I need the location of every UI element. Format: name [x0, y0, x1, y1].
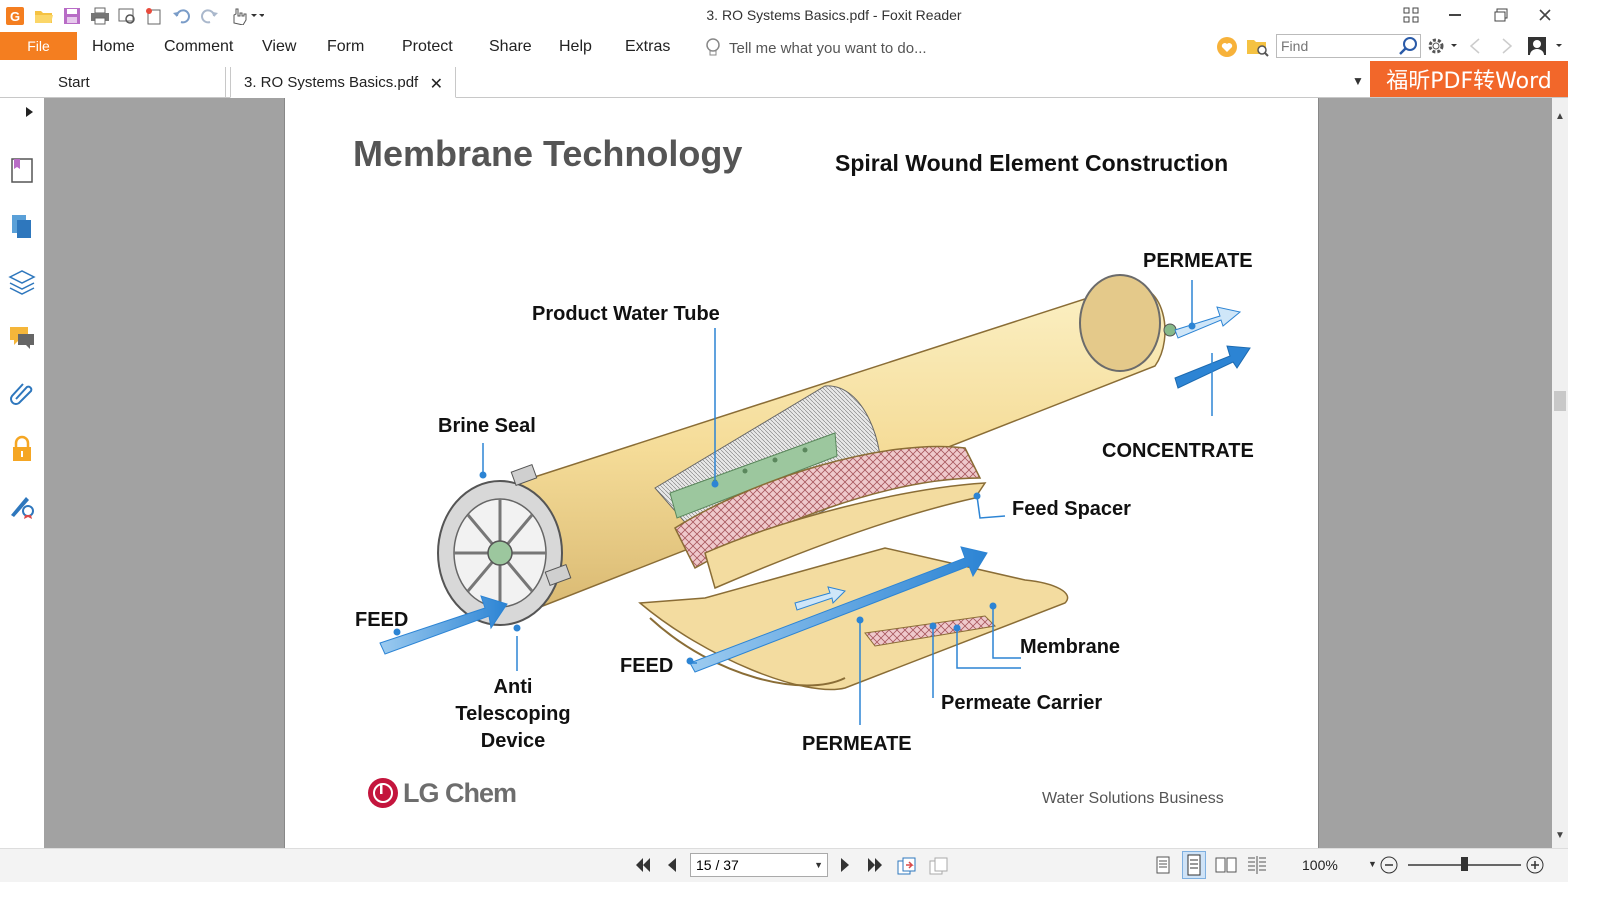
logo-text: LG Chem — [403, 778, 516, 808]
search-icon[interactable] — [1398, 36, 1418, 56]
bookmark-icon[interactable] — [8, 156, 36, 184]
label-feed-spacer: Feed Spacer — [1012, 498, 1131, 520]
menu-comment[interactable]: Comment — [164, 38, 233, 56]
attachment-icon[interactable] — [8, 379, 36, 407]
find-input[interactable] — [1277, 35, 1397, 57]
tell-me-text: Tell me what you want to do... — [729, 39, 927, 57]
label-anti-telescoping-2: Telescoping — [455, 703, 570, 725]
menu-form[interactable]: Form — [327, 38, 364, 56]
previous-view-icon[interactable] — [1468, 37, 1482, 60]
menu-extras[interactable]: Extras — [625, 38, 670, 56]
vertical-scrollbar[interactable]: ▲ ▼ — [1552, 98, 1568, 848]
continuous-view-icon[interactable] — [1182, 851, 1206, 879]
first-page-icon[interactable] — [634, 856, 652, 879]
layout-grid-icon[interactable] — [1396, 4, 1426, 26]
scroll-down-icon[interactable]: ▼ — [1555, 830, 1565, 841]
next-view-icon[interactable] — [1500, 37, 1514, 60]
scroll-up-icon[interactable]: ▲ — [1555, 111, 1565, 122]
pdf-to-word-banner[interactable]: 福昕PDF转Word — [1370, 61, 1568, 97]
lightbulb-icon — [706, 38, 720, 56]
ribbon-menu-bar: File Home Comment View Form Protect Shar… — [0, 32, 1568, 62]
footer-text: Water Solutions Business — [1042, 790, 1224, 807]
restore-button[interactable] — [1486, 4, 1516, 26]
signature-icon[interactable] — [8, 491, 36, 519]
file-menu-button[interactable]: File — [0, 32, 77, 60]
navigation-sidebar — [0, 98, 44, 848]
last-page-icon[interactable] — [866, 856, 884, 879]
menu-help[interactable]: Help — [559, 38, 592, 56]
minimize-button[interactable] — [1440, 4, 1470, 26]
label-permeate-bottom: PERMEATE — [802, 733, 912, 755]
permeate-arrow-top — [1174, 306, 1242, 339]
layers-icon[interactable] — [8, 268, 36, 296]
menu-protect[interactable]: Protect — [402, 38, 453, 56]
continuous-facing-view-icon[interactable] — [1246, 856, 1268, 879]
comments-icon[interactable] — [8, 324, 36, 352]
expand-panel-icon[interactable] — [26, 107, 33, 117]
user-account-icon[interactable] — [1526, 35, 1566, 62]
label-membrane: Membrane — [1020, 636, 1120, 658]
label-concentrate: CONCENTRATE — [1102, 440, 1254, 462]
next-view-history-icon[interactable] — [928, 856, 950, 881]
zoom-in-icon[interactable] — [1526, 856, 1544, 879]
find-field[interactable] — [1276, 34, 1421, 58]
page-dropdown-icon[interactable]: ▼ — [814, 854, 823, 876]
status-bar: 15 / 37 ▼ 100% ▼ — [0, 848, 1568, 882]
previous-page-icon[interactable] — [665, 856, 679, 879]
document-tab-bar: Start 3. RO Systems Basics.pdf ✕ ▼ — [0, 66, 1568, 98]
zoom-dropdown-icon[interactable]: ▼ — [1368, 859, 1377, 869]
zoom-out-icon[interactable] — [1380, 856, 1398, 879]
label-product-water-tube: Product Water Tube — [532, 303, 720, 325]
label-feed-middle: FEED — [620, 655, 673, 677]
previous-view-history-icon[interactable] — [896, 856, 918, 881]
window-title: 3. RO Systems Basics.pdf - Foxit Reader — [706, 7, 962, 23]
facing-view-icon[interactable] — [1215, 856, 1237, 879]
single-page-view-icon[interactable] — [1155, 856, 1171, 879]
slide-title: Membrane Technology — [353, 133, 742, 174]
zoom-slider-thumb[interactable] — [1461, 857, 1468, 871]
pages-thumbnail-icon[interactable] — [8, 212, 36, 240]
label-feed-left: FEED — [355, 609, 408, 631]
lg-chem-logo: LG Chem — [368, 778, 517, 808]
label-permeate-top: PERMEATE — [1143, 250, 1253, 272]
tab-start[interactable]: Start — [46, 67, 226, 98]
settings-gear-icon[interactable] — [1426, 36, 1460, 61]
outlet-end-cap — [1079, 274, 1161, 372]
title-bar: G 3. RO Systems Basics.pdf - Foxit Reade… — [0, 0, 1568, 32]
label-permeate-carrier: Permeate Carrier — [941, 692, 1102, 714]
slide-subtitle: Spiral Wound Element Construction — [835, 150, 1228, 176]
scroll-thumb[interactable] — [1554, 391, 1566, 411]
pdf-page: Membrane Technology Spiral Wound Element… — [284, 98, 1319, 848]
page-number-field[interactable]: 15 / 37 ▼ — [690, 853, 828, 877]
close-tab-icon[interactable]: ✕ — [430, 74, 443, 94]
menu-share[interactable]: Share — [489, 38, 532, 56]
label-anti-telescoping-3: Device — [481, 730, 546, 752]
document-viewport[interactable]: Membrane Technology Spiral Wound Element… — [44, 98, 1552, 848]
menu-home[interactable]: Home — [92, 38, 135, 56]
label-brine-seal: Brine Seal — [438, 415, 536, 437]
menu-view[interactable]: View — [262, 38, 296, 56]
heart-icon[interactable] — [1216, 36, 1238, 63]
tab-list-dropdown-icon[interactable]: ▼ — [1352, 74, 1364, 88]
zoom-level[interactable]: 100% — [1302, 857, 1338, 873]
next-page-icon[interactable] — [838, 856, 852, 879]
folder-search-icon[interactable] — [1246, 36, 1270, 63]
tell-me-search[interactable]: Tell me what you want to do... — [705, 38, 927, 58]
tab-active-document[interactable]: 3. RO Systems Basics.pdf ✕ — [230, 67, 456, 98]
label-anti-telescoping-1: Anti — [494, 676, 533, 698]
close-window-button[interactable] — [1530, 4, 1560, 26]
page-number-value: 15 / 37 — [696, 857, 739, 873]
slide-canvas: Membrane Technology Spiral Wound Element… — [353, 133, 1254, 808]
foxit-reader-window: G 3. RO Systems Basics.pdf - Foxit Reade… — [0, 0, 1568, 882]
security-lock-icon[interactable] — [8, 435, 36, 463]
tab-active-label: 3. RO Systems Basics.pdf — [244, 73, 419, 91]
